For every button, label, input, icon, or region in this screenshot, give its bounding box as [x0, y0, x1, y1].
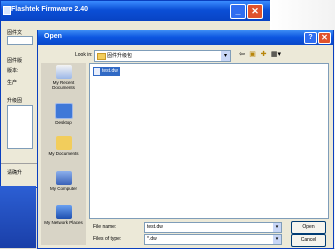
folder-icon [97, 53, 106, 60]
places-bar: My Recent Documents Desktop My Documents… [41, 63, 86, 245]
file-name: test.dw [102, 68, 118, 74]
files-of-type-label: Files of type: [93, 236, 122, 242]
bg-bottom-label: 请确升 [7, 170, 23, 176]
look-in-dropdown[interactable]: 固件升级包 ▾ [94, 50, 231, 62]
bg-input-1[interactable] [7, 36, 33, 45]
place-my-computer[interactable]: My Computer [41, 171, 86, 191]
bg-label-2: 固件版 [7, 58, 23, 64]
open-button[interactable]: Open [291, 221, 326, 234]
app-icon [3, 6, 11, 15]
look-in-value: 固件升级包 [107, 53, 133, 59]
look-in-label: Look in: [75, 52, 93, 58]
file-name-value: test.dw [147, 224, 163, 230]
place-recent[interactable]: My Recent Documents [41, 65, 86, 90]
place-desktop-label: Desktop [55, 120, 72, 125]
cancel-button[interactable]: Cancel [291, 234, 326, 247]
file-name-label: File name: [93, 224, 117, 230]
files-of-type-select[interactable]: *.dw ▾ [144, 234, 282, 245]
bg-divider [1, 163, 41, 164]
bg-label-5: 升级固 [7, 98, 23, 104]
back-icon[interactable]: ⇦ [238, 50, 246, 60]
open-dialog: Open ? ✕ Look in: 固件升级包 ▾ ⇦ ▣ ✚ ▦▾ My Re… [37, 30, 334, 249]
place-network-label: My Network Places [44, 220, 83, 225]
bg-label-1: 固件文 [7, 30, 23, 36]
place-computer-label: My Computer [49, 186, 77, 191]
my-computer-icon [55, 171, 72, 185]
place-desktop[interactable]: Desktop [41, 103, 86, 125]
bg-label-3: 版本: [7, 68, 19, 74]
bg-textarea[interactable] [7, 105, 33, 149]
chevron-down-icon[interactable]: ▾ [273, 235, 281, 244]
place-network[interactable]: My Network Places [41, 205, 86, 225]
dialog-close-button[interactable]: ✕ [318, 32, 331, 44]
chevron-down-icon[interactable]: ▾ [273, 223, 281, 232]
up-folder-icon[interactable]: ▣ [248, 50, 257, 60]
minimize-button[interactable]: _ [230, 4, 246, 19]
place-documents-label: My Documents [48, 151, 79, 156]
recent-documents-icon [55, 65, 72, 79]
place-my-documents[interactable]: My Documents [41, 136, 86, 156]
file-name-input[interactable]: test.dw ▾ [144, 222, 282, 233]
file-list[interactable]: test.dw [89, 63, 329, 219]
background-titlebar: Flashtek Firmware 2.40 _ ✕ [1, 1, 271, 21]
chevron-down-icon: ▾ [221, 51, 230, 61]
dialog-title: Open [44, 33, 62, 40]
bg-label-4: 生产 [7, 80, 18, 86]
view-menu-icon[interactable]: ▦▾ [270, 50, 282, 60]
background-window-title: Flashtek Firmware 2.40 [11, 6, 89, 13]
file-icon [94, 68, 100, 75]
network-places-icon [55, 205, 72, 219]
my-documents-icon [55, 136, 72, 150]
list-item[interactable]: test.dw [93, 67, 120, 76]
close-button[interactable]: ✕ [247, 4, 263, 19]
desktop-icon [54, 103, 73, 119]
files-of-type-value: *.dw [147, 236, 157, 242]
desktop-taskbar-strip [0, 186, 36, 248]
dialog-titlebar: Open ? ✕ [38, 30, 333, 45]
help-button[interactable]: ? [304, 32, 317, 44]
place-recent-label: My Recent Documents [52, 80, 75, 90]
new-folder-icon[interactable]: ✚ [259, 50, 268, 60]
